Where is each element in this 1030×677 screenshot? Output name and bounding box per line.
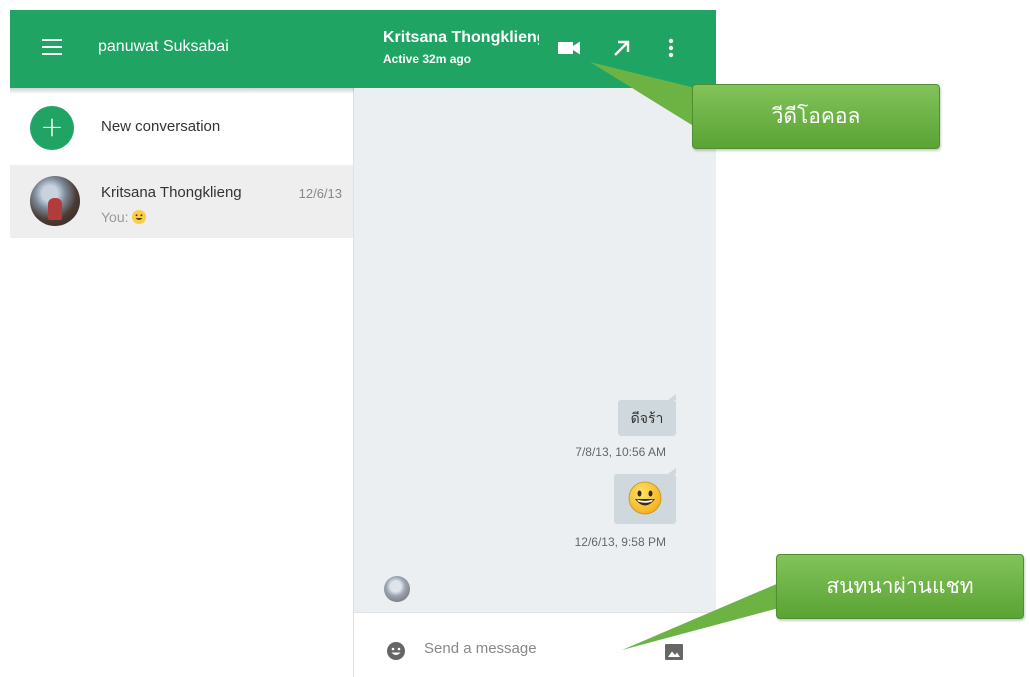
message-thread: ดีจร้า 7/8/13, 10:56 AM 12/6/13, 9:58 PM — [354, 88, 716, 612]
grin-emoji-icon — [131, 210, 146, 224]
image-icon[interactable] — [664, 643, 684, 661]
new-conversation-button[interactable]: + New conversation — [10, 94, 353, 160]
contact-status: Active 32m ago — [383, 52, 472, 66]
account-name: panuwat Suksabai — [98, 38, 229, 55]
contact-name: Kritsana Thongklieng — [383, 29, 539, 46]
chat-header: Kritsana Thongklieng Active 32m ago — [353, 10, 716, 88]
more-vert-icon[interactable] — [658, 35, 686, 61]
message-bubble-emoji — [614, 468, 676, 524]
conversation-preview-text: You: — [101, 209, 129, 225]
conversation-date: 12/6/13 — [298, 186, 342, 201]
arrow-up-right-icon[interactable] — [608, 35, 636, 61]
callout-chat: สนทนาผ่านแชท — [776, 554, 1024, 619]
message-timestamp: 12/6/13, 9:58 PM — [574, 535, 666, 549]
conversation-list-item[interactable]: Kritsana Thongklieng 12/6/13 You: — [10, 165, 353, 238]
plus-icon[interactable]: + — [30, 106, 74, 150]
grin-emoji-icon — [628, 481, 662, 515]
callout-video-call: วีดีโอคอล — [692, 84, 940, 149]
compose-bar — [354, 612, 716, 677]
message-input[interactable] — [424, 635, 644, 661]
app-header: panuwat Suksabai — [10, 10, 353, 88]
message-timestamp: 7/8/13, 10:56 AM — [575, 445, 666, 459]
hamburger-icon[interactable] — [42, 39, 62, 55]
message-bubble: ดีจร้า — [618, 394, 676, 436]
video-camera-icon[interactable] — [556, 35, 584, 61]
conversation-preview: You: — [101, 209, 146, 225]
avatar — [30, 176, 80, 226]
avatar — [384, 576, 410, 602]
new-conversation-label: New conversation — [101, 118, 221, 135]
smiley-icon[interactable] — [386, 641, 406, 661]
conversation-name: Kritsana Thongklieng — [101, 184, 242, 201]
